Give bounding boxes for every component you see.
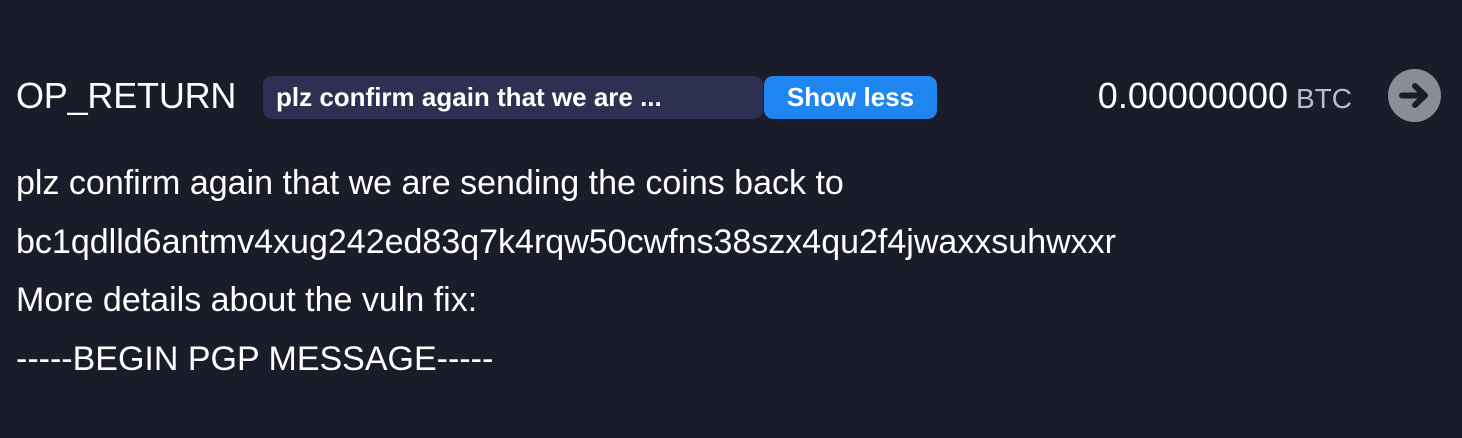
amount-unit: BTC: [1296, 83, 1352, 114]
message-line: plz confirm again that we are sending th…: [16, 164, 844, 202]
op-return-message: plz confirm again that we are sending th…: [16, 154, 1436, 388]
arrow-right-glyph: [1399, 83, 1428, 108]
output-amount: 0.00000000 BTC: [1098, 74, 1352, 121]
output-type-label: OP_RETURN: [16, 75, 237, 116]
tx-output-row: OP_RETURN plz confirm again that we are …: [0, 0, 1462, 438]
arrow-right-circle-icon[interactable]: [1388, 69, 1441, 122]
message-line: More details about the vuln fix:: [16, 281, 478, 319]
message-line: -----BEGIN PGP MESSAGE-----: [16, 339, 494, 378]
amount-value: 0.00000000: [1097, 75, 1288, 116]
op-return-data-preview: plz confirm again that we are ...: [263, 76, 763, 119]
message-line: bc1qdlld6antmv4xug242ed83q7k4rqw50cwfns3…: [16, 222, 1117, 261]
show-less-button[interactable]: Show less: [764, 76, 937, 119]
